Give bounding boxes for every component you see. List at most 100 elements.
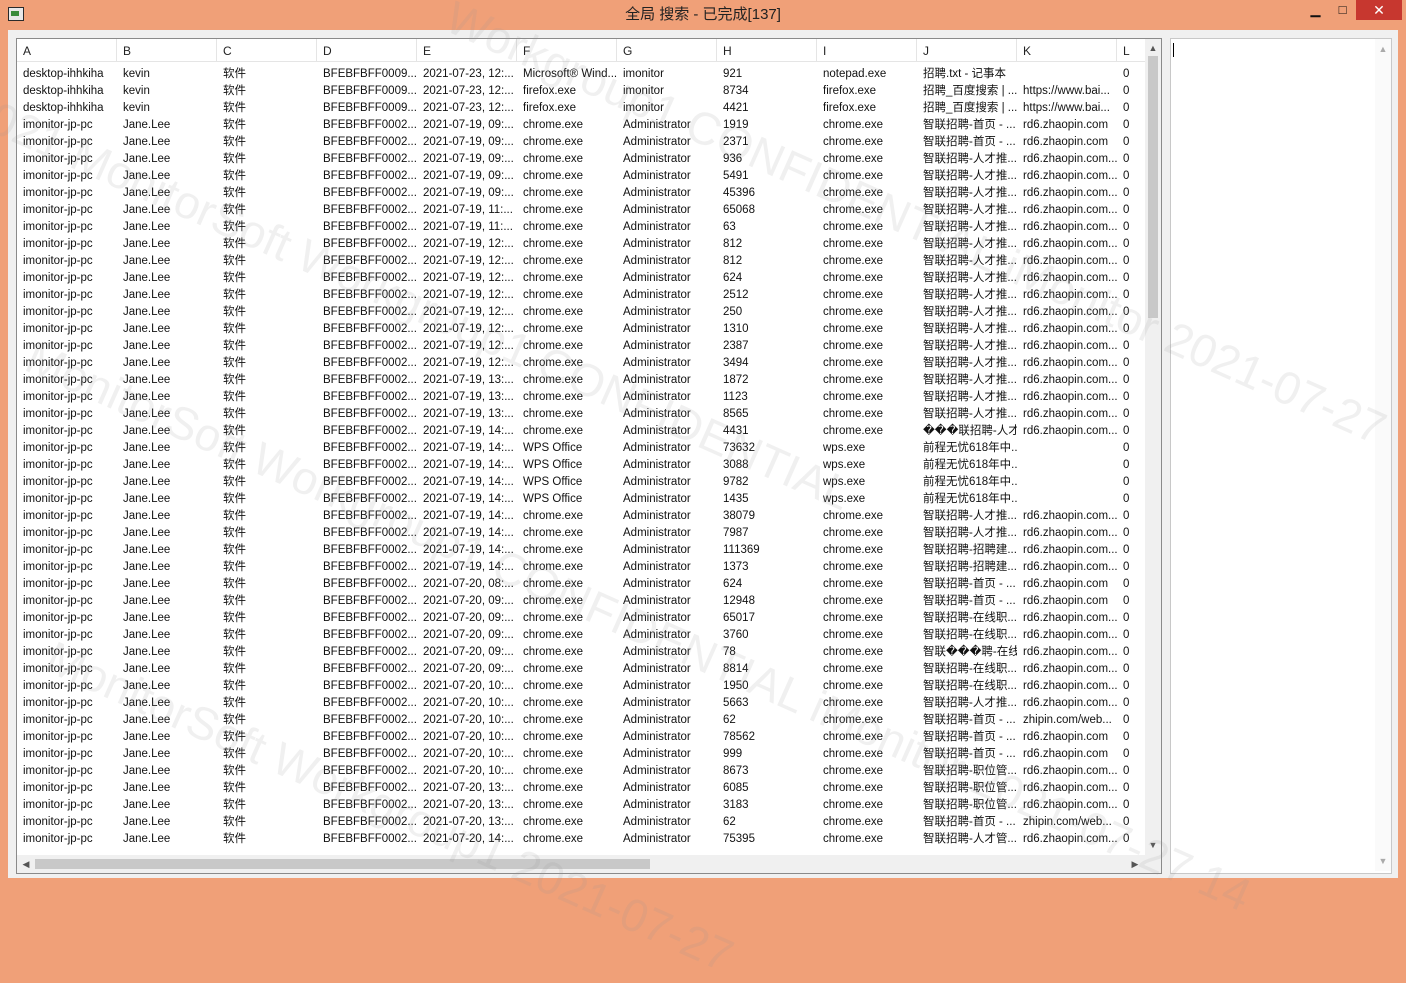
table-row[interactable]: imonitor-jp-pc Jane.Lee 软件 BFEBFBFF0002... 2… [17, 678, 1147, 695]
table-cell-k: rd6.zhaopin.com... [1023, 408, 1117, 420]
table-row[interactable]: imonitor-jp-pc Jane.Lee 软件 BFEBFBFF0002... 2… [17, 389, 1147, 406]
table-row[interactable]: imonitor-jp-pc Jane.Lee 软件 BFEBFBFF0002... 2… [17, 559, 1147, 576]
table-row[interactable]: imonitor-jp-pc Jane.Lee 软件 BFEBFBFF0002... 2… [17, 219, 1147, 236]
column-header-a[interactable]: A [17, 39, 117, 61]
vertical-scroll-thumb[interactable] [1148, 56, 1158, 318]
table-cell-f: chrome.exe [523, 340, 584, 352]
table-row[interactable]: imonitor-jp-pc Jane.Lee 软件 BFEBFBFF0002... 2… [17, 593, 1147, 610]
table-row[interactable]: imonitor-jp-pc Jane.Lee 软件 BFEBFBFF0002... 2… [17, 695, 1147, 712]
column-header-i[interactable]: I [817, 39, 917, 61]
table-row[interactable]: imonitor-jp-pc Jane.Lee 软件 BFEBFBFF0002... 2… [17, 304, 1147, 321]
table-cell-l: 0 [1123, 731, 1130, 743]
table-cell-k: zhipin.com/web... [1023, 816, 1112, 828]
table-cell-l: 0 [1123, 561, 1130, 573]
scroll-down-arrow-icon[interactable]: ▼ [1145, 837, 1161, 853]
table-cell-f: chrome.exe [523, 357, 584, 369]
table-row[interactable]: imonitor-jp-pc Jane.Lee 软件 BFEBFBFF0002... 2… [17, 321, 1147, 338]
table-row[interactable]: imonitor-jp-pc Jane.Lee 软件 BFEBFBFF0002... 2… [17, 253, 1147, 270]
table-cell-c: 软件 [223, 816, 246, 828]
table-cell-h: 5663 [723, 697, 749, 709]
table-row[interactable]: imonitor-jp-pc Jane.Lee 软件 BFEBFBFF0002... 2… [17, 576, 1147, 593]
table-row[interactable]: imonitor-jp-pc Jane.Lee 软件 BFEBFBFF0002... 2… [17, 814, 1147, 831]
table-row[interactable]: imonitor-jp-pc Jane.Lee 软件 BFEBFBFF0002... 2… [17, 508, 1147, 525]
maximize-button[interactable]: □ [1329, 0, 1356, 20]
table-cell-j: 智联招聘-人才推... [923, 374, 1017, 386]
table-row[interactable]: imonitor-jp-pc Jane.Lee 软件 BFEBFBFF0002... 2… [17, 355, 1147, 372]
table-row[interactable]: imonitor-jp-pc Jane.Lee 软件 BFEBFBFF0002... 2… [17, 780, 1147, 797]
table-cell-f: chrome.exe [523, 221, 584, 233]
table-cell-l: 0 [1123, 476, 1130, 488]
table-cell-k: rd6.zhaopin.com... [1023, 612, 1117, 624]
scroll-left-arrow-icon[interactable]: ◀ [18, 856, 34, 872]
table-row[interactable]: imonitor-jp-pc Jane.Lee 软件 BFEBFBFF0002... 2… [17, 525, 1147, 542]
table-row[interactable]: imonitor-jp-pc Jane.Lee 软件 BFEBFBFF0002... 2… [17, 406, 1147, 423]
column-header-e[interactable]: E [417, 39, 517, 61]
table-row[interactable]: imonitor-jp-pc Jane.Lee 软件 BFEBFBFF0002... 2… [17, 202, 1147, 219]
table-row[interactable]: imonitor-jp-pc Jane.Lee 软件 BFEBFBFF0002... 2… [17, 117, 1147, 134]
table-row[interactable]: imonitor-jp-pc Jane.Lee 软件 BFEBFBFF0002... 2… [17, 610, 1147, 627]
table-cell-g: Administrator [623, 340, 691, 352]
table-row[interactable]: imonitor-jp-pc Jane.Lee 软件 BFEBFBFF0002... 2… [17, 661, 1147, 678]
table-row[interactable]: desktop-ihhkiha kevin 软件 BFEBFBFF0009... 202… [17, 83, 1147, 100]
table-row[interactable]: imonitor-jp-pc Jane.Lee 软件 BFEBFBFF0002... 2… [17, 831, 1147, 848]
table-cell-c: 软件 [223, 85, 246, 97]
table-row[interactable]: imonitor-jp-pc Jane.Lee 软件 BFEBFBFF0002... 2… [17, 168, 1147, 185]
table-row[interactable]: imonitor-jp-pc Jane.Lee 软件 BFEBFBFF0002... 2… [17, 627, 1147, 644]
detail-pane-scrollbar[interactable]: ▲ ▼ [1375, 39, 1391, 871]
table-row[interactable]: imonitor-jp-pc Jane.Lee 软件 BFEBFBFF0002... 2… [17, 440, 1147, 457]
table-row[interactable]: imonitor-jp-pc Jane.Lee 软件 BFEBFBFF0002... 2… [17, 270, 1147, 287]
column-header-l[interactable]: L [1117, 39, 1147, 61]
close-button[interactable]: ✕ [1356, 0, 1402, 20]
table-row[interactable]: imonitor-jp-pc Jane.Lee 软件 BFEBFBFF0002... 2… [17, 457, 1147, 474]
table-row[interactable]: imonitor-jp-pc Jane.Lee 软件 BFEBFBFF0002... 2… [17, 185, 1147, 202]
column-header-d[interactable]: D [317, 39, 417, 61]
results-list[interactable]: ABCDEFGHIJKL desktop-ihhkiha kevin 软件 BFEBF… [16, 38, 1162, 874]
table-cell-i: chrome.exe [823, 782, 884, 794]
detail-scroll-up-arrow-icon[interactable]: ▲ [1375, 41, 1391, 57]
table-cell-h: 3088 [723, 459, 749, 471]
table-row[interactable]: imonitor-jp-pc Jane.Lee 软件 BFEBFBFF0002... 2… [17, 423, 1147, 440]
table-cell-e: 2021-07-19, 14:... [423, 510, 514, 522]
minimize-button[interactable]: ▁ [1302, 0, 1329, 20]
table-cell-h: 250 [723, 306, 743, 318]
table-row[interactable]: imonitor-jp-pc Jane.Lee 软件 BFEBFBFF0002... 2… [17, 542, 1147, 559]
table-cell-e: 2021-07-19, 12:... [423, 238, 514, 250]
table-row[interactable]: imonitor-jp-pc Jane.Lee 软件 BFEBFBFF0002... 2… [17, 372, 1147, 389]
horizontal-scroll-thumb[interactable] [35, 859, 650, 869]
table-row[interactable]: imonitor-jp-pc Jane.Lee 软件 BFEBFBFF0002... 2… [17, 338, 1147, 355]
table-row[interactable]: desktop-ihhkiha kevin 软件 BFEBFBFF0009... 202… [17, 100, 1147, 117]
vertical-scrollbar[interactable]: ▲ ▼ [1145, 39, 1161, 855]
table-row[interactable]: imonitor-jp-pc Jane.Lee 软件 BFEBFBFF0002... 2… [17, 763, 1147, 780]
column-header-f[interactable]: F [517, 39, 617, 61]
column-header-c[interactable]: C [217, 39, 317, 61]
table-row[interactable]: imonitor-jp-pc Jane.Lee 软件 BFEBFBFF0002... 2… [17, 474, 1147, 491]
column-header-j[interactable]: J [917, 39, 1017, 61]
scroll-right-arrow-icon[interactable]: ▶ [1127, 856, 1143, 872]
table-row[interactable]: imonitor-jp-pc Jane.Lee 软件 BFEBFBFF0002... 2… [17, 134, 1147, 151]
detail-scroll-down-arrow-icon[interactable]: ▼ [1375, 853, 1391, 869]
table-cell-e: 2021-07-19, 11:... [423, 221, 513, 233]
table-cell-h: 1950 [723, 680, 749, 692]
horizontal-scrollbar[interactable]: ◀ ▶ [17, 855, 1145, 873]
table-cell-j: 智联招聘-人才推... [923, 187, 1017, 199]
column-header-h[interactable]: H [717, 39, 817, 61]
column-header-k[interactable]: K [1017, 39, 1117, 61]
table-row[interactable]: imonitor-jp-pc Jane.Lee 软件 BFEBFBFF0002... 2… [17, 797, 1147, 814]
table-row[interactable]: imonitor-jp-pc Jane.Lee 软件 BFEBFBFF0002... 2… [17, 712, 1147, 729]
table-row[interactable]: imonitor-jp-pc Jane.Lee 软件 BFEBFBFF0002... 2… [17, 236, 1147, 253]
detail-text-pane[interactable]: ▲ ▼ [1170, 38, 1392, 874]
table-row[interactable]: imonitor-jp-pc Jane.Lee 软件 BFEBFBFF0002... 2… [17, 151, 1147, 168]
table-row[interactable]: imonitor-jp-pc Jane.Lee 软件 BFEBFBFF0002... 2… [17, 729, 1147, 746]
table-cell-g: Administrator [623, 612, 691, 624]
table-row[interactable]: imonitor-jp-pc Jane.Lee 软件 BFEBFBFF0002... 2… [17, 746, 1147, 763]
table-row[interactable]: imonitor-jp-pc Jane.Lee 软件 BFEBFBFF0002... 2… [17, 287, 1147, 304]
table-cell-d: BFEBFBFF0002... [323, 425, 417, 437]
table-cell-k: rd6.zhaopin.com [1023, 595, 1109, 607]
table-row[interactable]: imonitor-jp-pc Jane.Lee 软件 BFEBFBFF0002... 2… [17, 491, 1147, 508]
column-header-b[interactable]: B [117, 39, 217, 61]
table-row[interactable]: imonitor-jp-pc Jane.Lee 软件 BFEBFBFF0002... 2… [17, 644, 1147, 661]
scroll-up-arrow-icon[interactable]: ▲ [1145, 40, 1161, 56]
column-header-g[interactable]: G [617, 39, 717, 61]
table-row[interactable]: desktop-ihhkiha kevin 软件 BFEBFBFF0009... 202… [17, 66, 1147, 83]
table-cell-a: imonitor-jp-pc [23, 561, 93, 573]
